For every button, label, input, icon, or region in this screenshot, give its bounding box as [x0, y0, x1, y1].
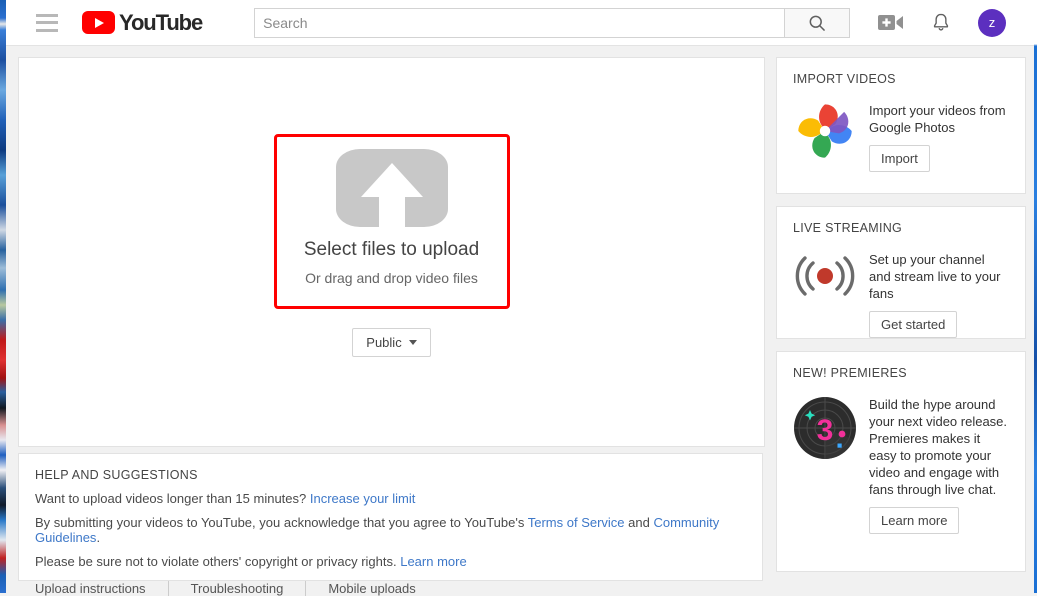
troubleshooting-link[interactable]: Troubleshooting — [191, 581, 284, 596]
live-broadcast-icon — [793, 251, 857, 338]
search-input[interactable] — [254, 8, 784, 38]
import-button[interactable]: Import — [869, 145, 930, 172]
hamburger-bar — [36, 29, 58, 32]
background-window-sliver — [0, 0, 6, 593]
get-started-button[interactable]: Get started — [869, 311, 957, 338]
live-streaming-title: LIVE STREAMING — [793, 221, 1009, 235]
search-bar — [254, 8, 850, 38]
youtube-logo-text: YouTube — [119, 10, 202, 36]
masthead: YouTube z — [6, 0, 1034, 46]
premieres-description: Build the hype around your next video re… — [869, 396, 1009, 498]
search-button[interactable] — [784, 8, 850, 38]
hamburger-menu-icon[interactable] — [36, 12, 60, 34]
video-camera-plus-icon[interactable] — [878, 13, 904, 32]
help-line-1-text: Want to upload videos longer than 15 min… — [35, 491, 310, 506]
help-title: HELP AND SUGGESTIONS — [35, 468, 746, 482]
premieres-panel: NEW! PREMIERES — [776, 351, 1026, 572]
hamburger-bar — [36, 21, 58, 24]
help-line-2-text-b: and — [625, 515, 654, 530]
upload-dropzone[interactable]: Select files to upload Or drag and drop … — [274, 134, 510, 309]
upload-title: Select files to upload — [304, 239, 479, 261]
upload-instructions-link[interactable]: Upload instructions — [35, 581, 146, 596]
help-line-3: Please be sure not to violate others' co… — [35, 554, 746, 569]
bell-icon[interactable] — [930, 11, 952, 34]
upload-panel: Select files to upload Or drag and drop … — [18, 57, 765, 447]
help-line-3-text: Please be sure not to violate others' co… — [35, 554, 400, 569]
learn-more-link[interactable]: Learn more — [400, 554, 466, 569]
terms-of-service-link[interactable]: Terms of Service — [528, 515, 625, 530]
live-streaming-panel: LIVE STREAMING Set up your channel and s… — [776, 206, 1026, 339]
import-videos-title: IMPORT VIDEOS — [793, 72, 1009, 86]
premieres-title: NEW! PREMIERES — [793, 366, 1009, 380]
youtube-logo[interactable]: YouTube — [82, 10, 202, 36]
help-line-2-text-c: . — [96, 530, 100, 545]
search-icon — [807, 13, 827, 33]
google-photos-icon — [793, 102, 857, 172]
avatar[interactable]: z — [978, 9, 1006, 37]
divider — [305, 581, 306, 596]
import-videos-panel: IMPORT VIDEOS Import your videos from — [776, 57, 1026, 194]
help-line-2-text-a: By submitting your videos to YouTube, yo… — [35, 515, 528, 530]
premiere-countdown-icon: 3 — [793, 396, 857, 534]
masthead-actions: z — [878, 9, 1006, 37]
upload-subtitle: Or drag and drop video files — [305, 270, 478, 286]
help-panel: HELP AND SUGGESTIONS Want to upload vide… — [18, 453, 763, 581]
learn-more-button[interactable]: Learn more — [869, 507, 959, 534]
mobile-uploads-link[interactable]: Mobile uploads — [328, 581, 415, 596]
hamburger-bar — [36, 14, 58, 17]
help-line-1: Want to upload videos longer than 15 min… — [35, 491, 746, 506]
divider — [168, 581, 169, 596]
help-links-row: Upload instructions Troubleshooting Mobi… — [35, 581, 746, 596]
privacy-select-value: Public — [366, 335, 401, 350]
live-streaming-description: Set up your channel and stream live to y… — [869, 251, 1009, 302]
upload-arrow-icon — [336, 149, 448, 227]
svg-text:3: 3 — [817, 414, 834, 447]
import-videos-description: Import your videos from Google Photos — [869, 102, 1009, 136]
chevron-down-icon — [409, 340, 417, 345]
privacy-select[interactable]: Public — [352, 328, 430, 357]
help-line-2: By submitting your videos to YouTube, yo… — [35, 515, 746, 545]
increase-limit-link[interactable]: Increase your limit — [310, 491, 415, 506]
youtube-play-icon — [82, 11, 115, 34]
page-body: Select files to upload Or drag and drop … — [6, 45, 1034, 593]
